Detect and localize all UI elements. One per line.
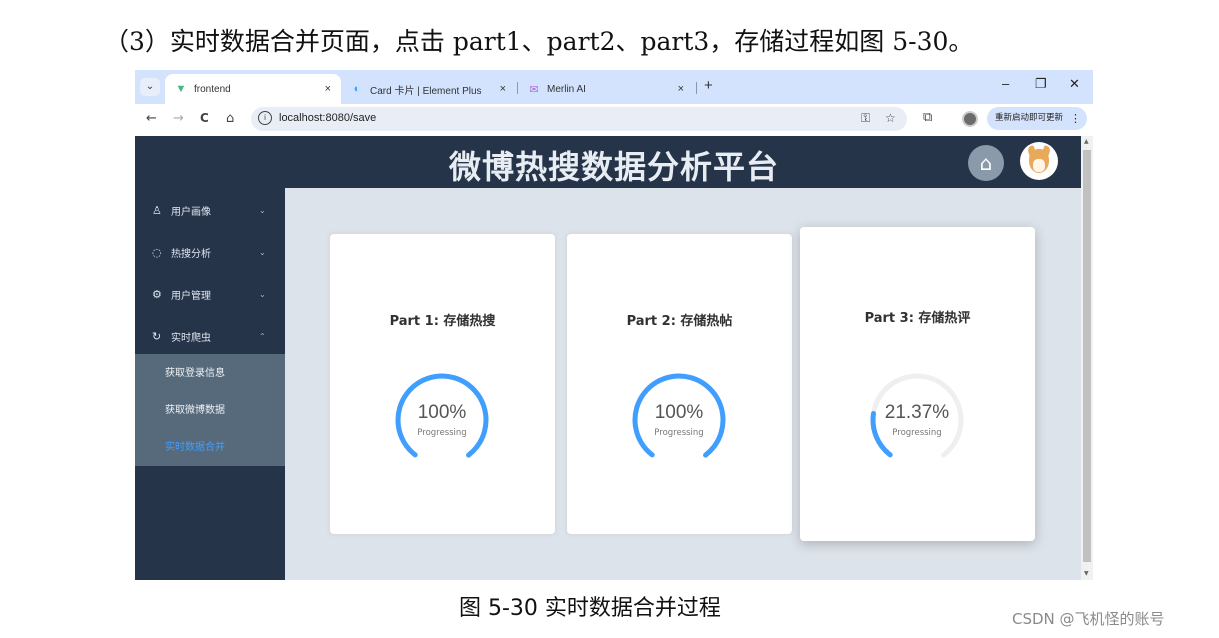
tab-title: Merlin AI <box>547 83 586 95</box>
update-button[interactable]: 重新启动即可更新 ⋮ <box>987 107 1087 130</box>
app-header: 微博热搜数据分析平台 ⌂ <box>135 136 1081 188</box>
sidebar: ♙ 用户画像 ⌄ ◌ 热搜分析 ⌄ ⚙ 用户管理 ⌄ ↻ 实时爬虫 ⌃ 获取登录… <box>135 188 285 580</box>
chevron-down-icon: ⌄ <box>259 289 266 299</box>
back-button[interactable]: ← <box>146 111 157 126</box>
progress-dashboard: 21.37% Progressing <box>867 370 967 470</box>
bookmark-star-icon[interactable]: ☆ <box>885 111 896 125</box>
scroll-up-icon[interactable]: ▲ <box>1084 138 1089 145</box>
more-menu-icon[interactable]: ⋮ <box>1070 107 1081 130</box>
card-title: Part 1: 存储热搜 <box>389 314 496 329</box>
watermark: CSDN @飞机怪的账号 <box>1012 610 1165 628</box>
card-part1: Part 1: 存储热搜 100% Progressing <box>330 234 555 534</box>
close-window-button[interactable]: ✕ <box>1069 76 1080 92</box>
merlin-icon: ✉ <box>529 83 539 96</box>
app-viewport: 微博热搜数据分析平台 ⌂ ♙ 用户画像 ⌄ ◌ 热搜分析 ⌄ ⚙ 用户管理 ⌄ … <box>135 136 1081 580</box>
extensions-icon[interactable]: ⧉ <box>923 110 932 125</box>
gear-icon: ⚙ <box>152 287 162 301</box>
update-button-label: 重新启动即可更新 <box>995 113 1064 123</box>
restore-button[interactable]: ❐ <box>1035 76 1047 92</box>
sidebar-item-hot-search[interactable]: ◌ 热搜分析 ⌄ <box>135 232 285 272</box>
reload-button[interactable]: C <box>200 111 209 125</box>
progress-status: Progressing <box>654 428 704 438</box>
progress-value: 100% <box>654 402 704 423</box>
sidebar-item-label: 用户管理 <box>171 290 211 302</box>
chevron-down-icon: ⌄ <box>259 205 266 215</box>
home-button[interactable]: ⌂ <box>226 111 234 126</box>
tab-title: Card 卡片 | Element Plus <box>370 85 482 97</box>
sidebar-item-label: 用户画像 <box>171 206 211 218</box>
address-bar[interactable]: i localhost:8080/save ⚿ ☆ <box>251 107 907 131</box>
submenu-item-weibo-data[interactable]: 获取微博数据 <box>135 393 285 429</box>
card-title: Part 3: 存储热评 <box>864 311 971 326</box>
tab-close-icon[interactable]: × <box>678 83 684 95</box>
scroll-down-icon[interactable]: ▼ <box>1084 570 1089 577</box>
tab-search-button[interactable]: ⌄ <box>140 78 160 96</box>
url-text[interactable]: localhost:8080/save <box>279 112 376 124</box>
progress-dashboard: 100% Progressing <box>392 370 492 470</box>
sidebar-item-user-profile[interactable]: ♙ 用户画像 ⌄ <box>135 190 285 230</box>
vue-icon: ▼ <box>175 83 187 95</box>
submenu-item-realtime-merge[interactable]: 实时数据合并 <box>135 430 285 466</box>
sidebar-item-user-management[interactable]: ⚙ 用户管理 ⌄ <box>135 274 285 314</box>
submenu-item-login-info[interactable]: 获取登录信息 <box>135 356 285 392</box>
tab-element-plus[interactable]: ◐ Card 卡片 | Element Plus × <box>341 74 516 104</box>
card-part2: Part 2: 存储热帖 100% Progressing <box>567 234 792 534</box>
tab-title: frontend <box>194 83 231 95</box>
card-part3: Part 3: 存储热评 21.37% Progressing <box>800 227 1035 541</box>
figure-caption: 图 5-30 实时数据合并过程 <box>459 596 721 621</box>
tab-close-icon[interactable]: × <box>500 83 506 95</box>
progress-value: 21.37% <box>884 402 950 423</box>
progress-value: 100% <box>417 402 467 423</box>
new-tab-button[interactable]: + <box>704 77 713 94</box>
card-title: Part 2: 存储热帖 <box>626 314 733 329</box>
sidebar-item-label: 热搜分析 <box>171 248 211 260</box>
crawler-submenu: 获取登录信息 获取微博数据 实时数据合并 <box>135 354 285 466</box>
scrollbar-thumb[interactable] <box>1083 150 1091 562</box>
minimize-button[interactable]: – <box>1002 76 1009 91</box>
tab-merlin[interactable]: ✉ Merlin AI × <box>518 74 694 104</box>
refresh-icon: ↻ <box>152 329 162 343</box>
progress-status: Progressing <box>417 428 467 438</box>
avatar[interactable] <box>1020 142 1058 180</box>
document-heading: （3）实时数据合并页面，点击 part1、part2、part3，存储过程如图 … <box>104 27 974 56</box>
chevron-down-icon: ⌄ <box>259 247 266 257</box>
tab-strip: ⌄ ▼ frontend × ◐ Card 卡片 | Element Plus … <box>135 70 1093 104</box>
home-icon[interactable]: ⌂ <box>968 145 1004 181</box>
progress-status: Progressing <box>892 428 942 438</box>
site-info-icon[interactable]: i <box>258 111 272 125</box>
user-icon: ♙ <box>152 203 162 217</box>
app-title: 微博热搜数据分析平台 <box>449 148 780 186</box>
forward-button[interactable]: → <box>173 111 184 126</box>
avatar-dog-face <box>1033 159 1045 172</box>
progress-dashboard: 100% Progressing <box>629 370 729 470</box>
sidebar-item-realtime-crawler[interactable]: ↻ 实时爬虫 ⌃ <box>135 316 285 356</box>
tab-separator <box>696 82 697 94</box>
sidebar-item-label: 实时爬虫 <box>171 332 211 344</box>
profile-avatar[interactable] <box>962 111 978 127</box>
chat-icon: ◌ <box>152 245 162 259</box>
tab-frontend[interactable]: ▼ frontend × <box>165 74 341 104</box>
chevron-up-icon: ⌃ <box>259 331 266 341</box>
tab-close-icon[interactable]: × <box>325 83 331 95</box>
browser-window: ⌄ ▼ frontend × ◐ Card 卡片 | Element Plus … <box>135 70 1093 580</box>
password-key-icon[interactable]: ⚿ <box>861 111 870 126</box>
page-scrollbar[interactable]: ▲ ▼ <box>1081 136 1093 580</box>
element-plus-icon: ◐ <box>353 83 361 95</box>
toolbar: ← → C ⌂ i localhost:8080/save ⚿ ☆ <box>135 104 1093 134</box>
